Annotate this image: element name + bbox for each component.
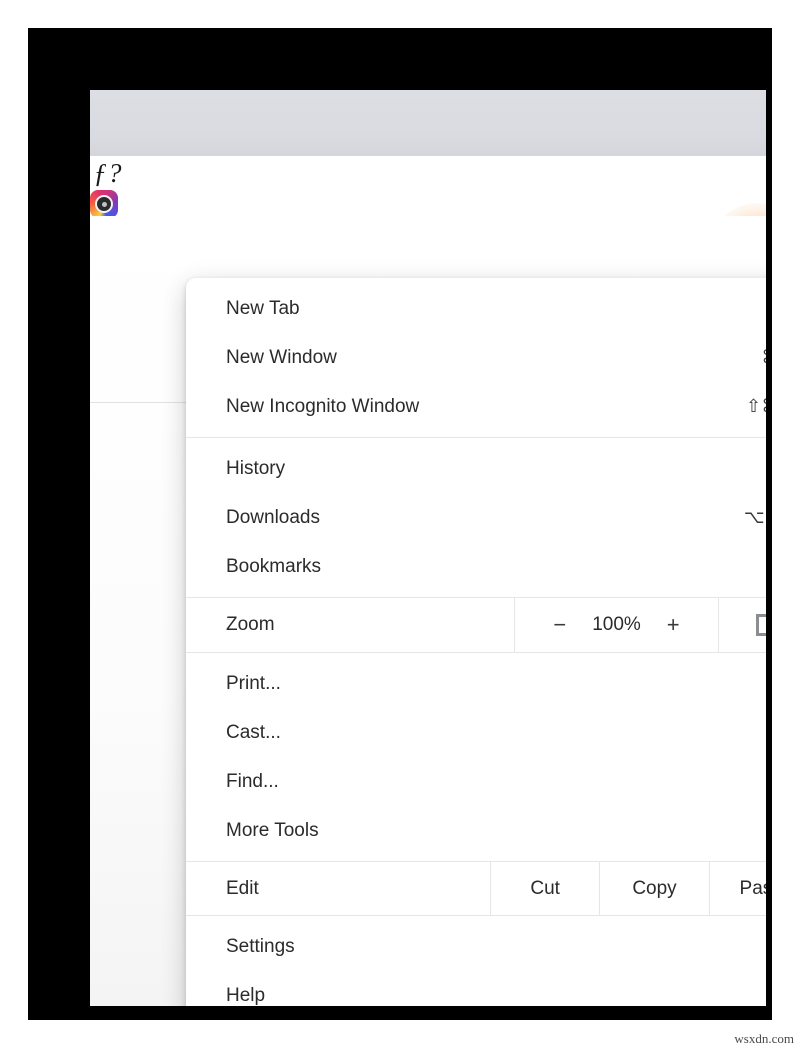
- zoom-in-button[interactable]: +: [667, 614, 680, 636]
- fullscreen-button[interactable]: [718, 598, 766, 652]
- menu-item-shortcut: ⌘P: [764, 673, 766, 694]
- menu-item-cast[interactable]: Cast...: [186, 708, 766, 757]
- menu-item-label: History: [226, 457, 286, 479]
- menu-item-shortcut: ⌘F: [765, 771, 766, 792]
- menu-item-new-window[interactable]: New Window ⌘N: [186, 333, 766, 382]
- cut-button[interactable]: Cut: [490, 862, 599, 915]
- menu-item-label: Print...: [226, 672, 281, 694]
- menu-group-browsing: History Downloads ⌥⌘L Bookmarks: [186, 437, 766, 597]
- menu-item-new-tab[interactable]: New Tab ⌘T: [186, 284, 766, 333]
- menu-row-edit: Edit Cut Copy Paste: [186, 861, 766, 916]
- menu-item-shortcut: ⌘T: [764, 298, 766, 319]
- chrome-main-menu: New Tab ⌘T New Window ⌘N New Incognito W…: [186, 278, 766, 1006]
- menu-item-label: Cast...: [226, 721, 281, 743]
- f-script-extension-icon[interactable]: ƒ?: [90, 156, 126, 190]
- menu-item-label: Settings: [226, 935, 295, 957]
- menu-item-label: New Incognito Window: [226, 395, 420, 417]
- menu-item-shortcut: ⌥⌘L: [743, 507, 766, 528]
- menu-row-zoom: Zoom − 100% +: [186, 597, 766, 653]
- menu-group-tools: Print... ⌘P Cast... Find... ⌘F More Tool…: [186, 653, 766, 861]
- zoom-level-value: 100%: [592, 614, 641, 635]
- copy-button[interactable]: Copy: [599, 862, 708, 915]
- edit-label: Edit: [226, 877, 259, 899]
- tab-strip: [90, 90, 766, 156]
- menu-group-new: New Tab ⌘T New Window ⌘N New Incognito W…: [186, 278, 766, 437]
- menu-item-history[interactable]: History: [186, 444, 766, 493]
- menu-item-downloads[interactable]: Downloads ⌥⌘L: [186, 493, 766, 542]
- instagram-extension-icon[interactable]: [90, 190, 118, 218]
- menu-group-settings: Settings ⌘, Help: [186, 916, 766, 1006]
- menu-item-more-tools[interactable]: More Tools: [186, 806, 766, 855]
- menu-item-label: More Tools: [226, 819, 319, 841]
- menu-item-shortcut: ⇧⌘N: [745, 396, 766, 417]
- watermark: wsxdn.com: [734, 1031, 794, 1046]
- zoom-label: Zoom: [226, 614, 275, 635]
- browser-window: ƒ? New Tab New Window New Incognito Wind…: [90, 90, 766, 1006]
- menu-item-print[interactable]: Print... ⌘P: [186, 659, 766, 708]
- menu-item-bookmarks[interactable]: Bookmarks: [186, 542, 766, 591]
- menu-item-label: New Tab: [226, 297, 300, 319]
- menu-item-label: Bookmarks: [226, 555, 322, 577]
- zoom-out-button[interactable]: −: [553, 614, 566, 636]
- fullscreen-icon: [755, 614, 766, 636]
- menu-item-label: Downloads: [226, 506, 320, 528]
- browser-toolbar: ƒ?: [90, 156, 766, 311]
- screenshot-black-frame: ƒ? New Tab New Window New Incognito Wind…: [28, 28, 772, 1020]
- menu-item-label: New Window: [226, 346, 337, 368]
- menu-item-label: Find...: [226, 770, 279, 792]
- menu-item-shortcut: ⌘N: [762, 347, 766, 368]
- menu-item-find[interactable]: Find... ⌘F: [186, 757, 766, 806]
- menu-item-settings[interactable]: Settings ⌘,: [186, 922, 766, 971]
- menu-item-help[interactable]: Help: [186, 971, 766, 1006]
- zoom-controls: − 100% +: [514, 598, 718, 652]
- paste-button[interactable]: Paste: [708, 862, 766, 915]
- menu-item-new-incognito-window[interactable]: New Incognito Window ⇧⌘N: [186, 382, 766, 431]
- menu-item-label: Help: [226, 984, 266, 1006]
